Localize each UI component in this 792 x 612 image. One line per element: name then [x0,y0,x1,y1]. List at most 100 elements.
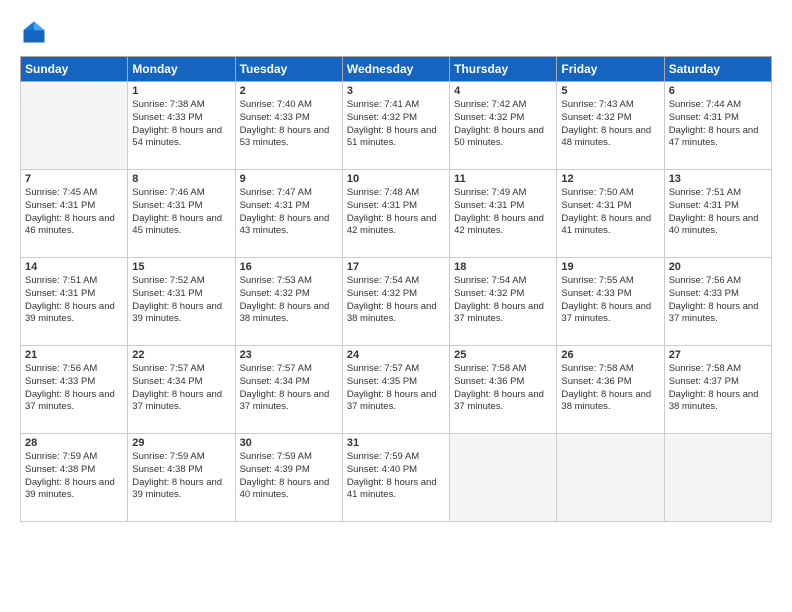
day-number: 25 [454,349,552,361]
calendar-cell: 25 Sunrise: 7:58 AMSunset: 4:36 PMDaylig… [450,346,557,434]
calendar-cell: 29 Sunrise: 7:59 AMSunset: 4:38 PMDaylig… [128,434,235,522]
calendar-week-row: 21 Sunrise: 7:56 AMSunset: 4:33 PMDaylig… [21,346,772,434]
cell-text: Sunrise: 7:51 AMSunset: 4:31 PMDaylight:… [25,275,115,324]
day-number: 21 [25,349,123,361]
cell-text: Sunrise: 7:49 AMSunset: 4:31 PMDaylight:… [454,187,544,236]
cell-text: Sunrise: 7:58 AMSunset: 4:36 PMDaylight:… [454,363,544,412]
cell-text: Sunrise: 7:57 AMSunset: 4:35 PMDaylight:… [347,363,437,412]
cell-text: Sunrise: 7:57 AMSunset: 4:34 PMDaylight:… [132,363,222,412]
calendar-cell: 22 Sunrise: 7:57 AMSunset: 4:34 PMDaylig… [128,346,235,434]
day-number: 14 [25,261,123,273]
day-number: 17 [347,261,445,273]
calendar-cell: 11 Sunrise: 7:49 AMSunset: 4:31 PMDaylig… [450,170,557,258]
cell-text: Sunrise: 7:42 AMSunset: 4:32 PMDaylight:… [454,99,544,148]
day-number: 8 [132,173,230,185]
day-number: 30 [240,437,338,449]
day-number: 10 [347,173,445,185]
day-number: 3 [347,85,445,97]
cell-text: Sunrise: 7:54 AMSunset: 4:32 PMDaylight:… [347,275,437,324]
day-number: 4 [454,85,552,97]
calendar-cell [21,82,128,170]
calendar-cell: 9 Sunrise: 7:47 AMSunset: 4:31 PMDayligh… [235,170,342,258]
day-number: 19 [561,261,659,273]
cell-text: Sunrise: 7:38 AMSunset: 4:33 PMDaylight:… [132,99,222,148]
day-number: 7 [25,173,123,185]
calendar-cell: 8 Sunrise: 7:46 AMSunset: 4:31 PMDayligh… [128,170,235,258]
calendar-day-header: Tuesday [235,57,342,82]
cell-text: Sunrise: 7:56 AMSunset: 4:33 PMDaylight:… [669,275,759,324]
calendar-day-header: Sunday [21,57,128,82]
calendar-header-row: SundayMondayTuesdayWednesdayThursdayFrid… [21,57,772,82]
calendar-week-row: 28 Sunrise: 7:59 AMSunset: 4:38 PMDaylig… [21,434,772,522]
calendar-cell: 24 Sunrise: 7:57 AMSunset: 4:35 PMDaylig… [342,346,449,434]
day-number: 2 [240,85,338,97]
calendar-week-row: 1 Sunrise: 7:38 AMSunset: 4:33 PMDayligh… [21,82,772,170]
logo-icon [20,18,48,46]
day-number: 11 [454,173,552,185]
cell-text: Sunrise: 7:58 AMSunset: 4:36 PMDaylight:… [561,363,651,412]
day-number: 16 [240,261,338,273]
calendar-cell: 6 Sunrise: 7:44 AMSunset: 4:31 PMDayligh… [664,82,771,170]
calendar-week-row: 14 Sunrise: 7:51 AMSunset: 4:31 PMDaylig… [21,258,772,346]
calendar-cell: 17 Sunrise: 7:54 AMSunset: 4:32 PMDaylig… [342,258,449,346]
calendar-cell: 30 Sunrise: 7:59 AMSunset: 4:39 PMDaylig… [235,434,342,522]
calendar-cell: 3 Sunrise: 7:41 AMSunset: 4:32 PMDayligh… [342,82,449,170]
day-number: 28 [25,437,123,449]
day-number: 26 [561,349,659,361]
calendar-cell: 12 Sunrise: 7:50 AMSunset: 4:31 PMDaylig… [557,170,664,258]
calendar-cell: 26 Sunrise: 7:58 AMSunset: 4:36 PMDaylig… [557,346,664,434]
calendar-cell: 13 Sunrise: 7:51 AMSunset: 4:31 PMDaylig… [664,170,771,258]
day-number: 15 [132,261,230,273]
calendar-cell: 18 Sunrise: 7:54 AMSunset: 4:32 PMDaylig… [450,258,557,346]
calendar-day-header: Monday [128,57,235,82]
day-number: 20 [669,261,767,273]
calendar-week-row: 7 Sunrise: 7:45 AMSunset: 4:31 PMDayligh… [21,170,772,258]
day-number: 6 [669,85,767,97]
cell-text: Sunrise: 7:44 AMSunset: 4:31 PMDaylight:… [669,99,759,148]
calendar-cell [664,434,771,522]
page: SundayMondayTuesdayWednesdayThursdayFrid… [0,0,792,612]
day-number: 5 [561,85,659,97]
day-number: 9 [240,173,338,185]
calendar-cell: 7 Sunrise: 7:45 AMSunset: 4:31 PMDayligh… [21,170,128,258]
day-number: 27 [669,349,767,361]
calendar-cell: 15 Sunrise: 7:52 AMSunset: 4:31 PMDaylig… [128,258,235,346]
day-number: 24 [347,349,445,361]
header [20,18,772,46]
calendar-cell: 19 Sunrise: 7:55 AMSunset: 4:33 PMDaylig… [557,258,664,346]
logo [20,18,52,46]
calendar-table: SundayMondayTuesdayWednesdayThursdayFrid… [20,56,772,522]
cell-text: Sunrise: 7:57 AMSunset: 4:34 PMDaylight:… [240,363,330,412]
day-number: 31 [347,437,445,449]
calendar-cell: 21 Sunrise: 7:56 AMSunset: 4:33 PMDaylig… [21,346,128,434]
cell-text: Sunrise: 7:59 AMSunset: 4:39 PMDaylight:… [240,451,330,500]
cell-text: Sunrise: 7:59 AMSunset: 4:38 PMDaylight:… [132,451,222,500]
cell-text: Sunrise: 7:47 AMSunset: 4:31 PMDaylight:… [240,187,330,236]
cell-text: Sunrise: 7:41 AMSunset: 4:32 PMDaylight:… [347,99,437,148]
calendar-cell: 4 Sunrise: 7:42 AMSunset: 4:32 PMDayligh… [450,82,557,170]
calendar-cell: 2 Sunrise: 7:40 AMSunset: 4:33 PMDayligh… [235,82,342,170]
calendar-cell [557,434,664,522]
cell-text: Sunrise: 7:48 AMSunset: 4:31 PMDaylight:… [347,187,437,236]
cell-text: Sunrise: 7:45 AMSunset: 4:31 PMDaylight:… [25,187,115,236]
day-number: 23 [240,349,338,361]
calendar-cell: 1 Sunrise: 7:38 AMSunset: 4:33 PMDayligh… [128,82,235,170]
calendar-cell: 20 Sunrise: 7:56 AMSunset: 4:33 PMDaylig… [664,258,771,346]
calendar-day-header: Thursday [450,57,557,82]
calendar-cell: 10 Sunrise: 7:48 AMSunset: 4:31 PMDaylig… [342,170,449,258]
calendar-cell: 31 Sunrise: 7:59 AMSunset: 4:40 PMDaylig… [342,434,449,522]
cell-text: Sunrise: 7:40 AMSunset: 4:33 PMDaylight:… [240,99,330,148]
day-number: 1 [132,85,230,97]
cell-text: Sunrise: 7:54 AMSunset: 4:32 PMDaylight:… [454,275,544,324]
calendar-cell: 27 Sunrise: 7:58 AMSunset: 4:37 PMDaylig… [664,346,771,434]
cell-text: Sunrise: 7:43 AMSunset: 4:32 PMDaylight:… [561,99,651,148]
cell-text: Sunrise: 7:59 AMSunset: 4:40 PMDaylight:… [347,451,437,500]
calendar-cell: 5 Sunrise: 7:43 AMSunset: 4:32 PMDayligh… [557,82,664,170]
day-number: 18 [454,261,552,273]
cell-text: Sunrise: 7:56 AMSunset: 4:33 PMDaylight:… [25,363,115,412]
cell-text: Sunrise: 7:53 AMSunset: 4:32 PMDaylight:… [240,275,330,324]
cell-text: Sunrise: 7:59 AMSunset: 4:38 PMDaylight:… [25,451,115,500]
cell-text: Sunrise: 7:51 AMSunset: 4:31 PMDaylight:… [669,187,759,236]
calendar-cell: 16 Sunrise: 7:53 AMSunset: 4:32 PMDaylig… [235,258,342,346]
calendar-day-header: Friday [557,57,664,82]
